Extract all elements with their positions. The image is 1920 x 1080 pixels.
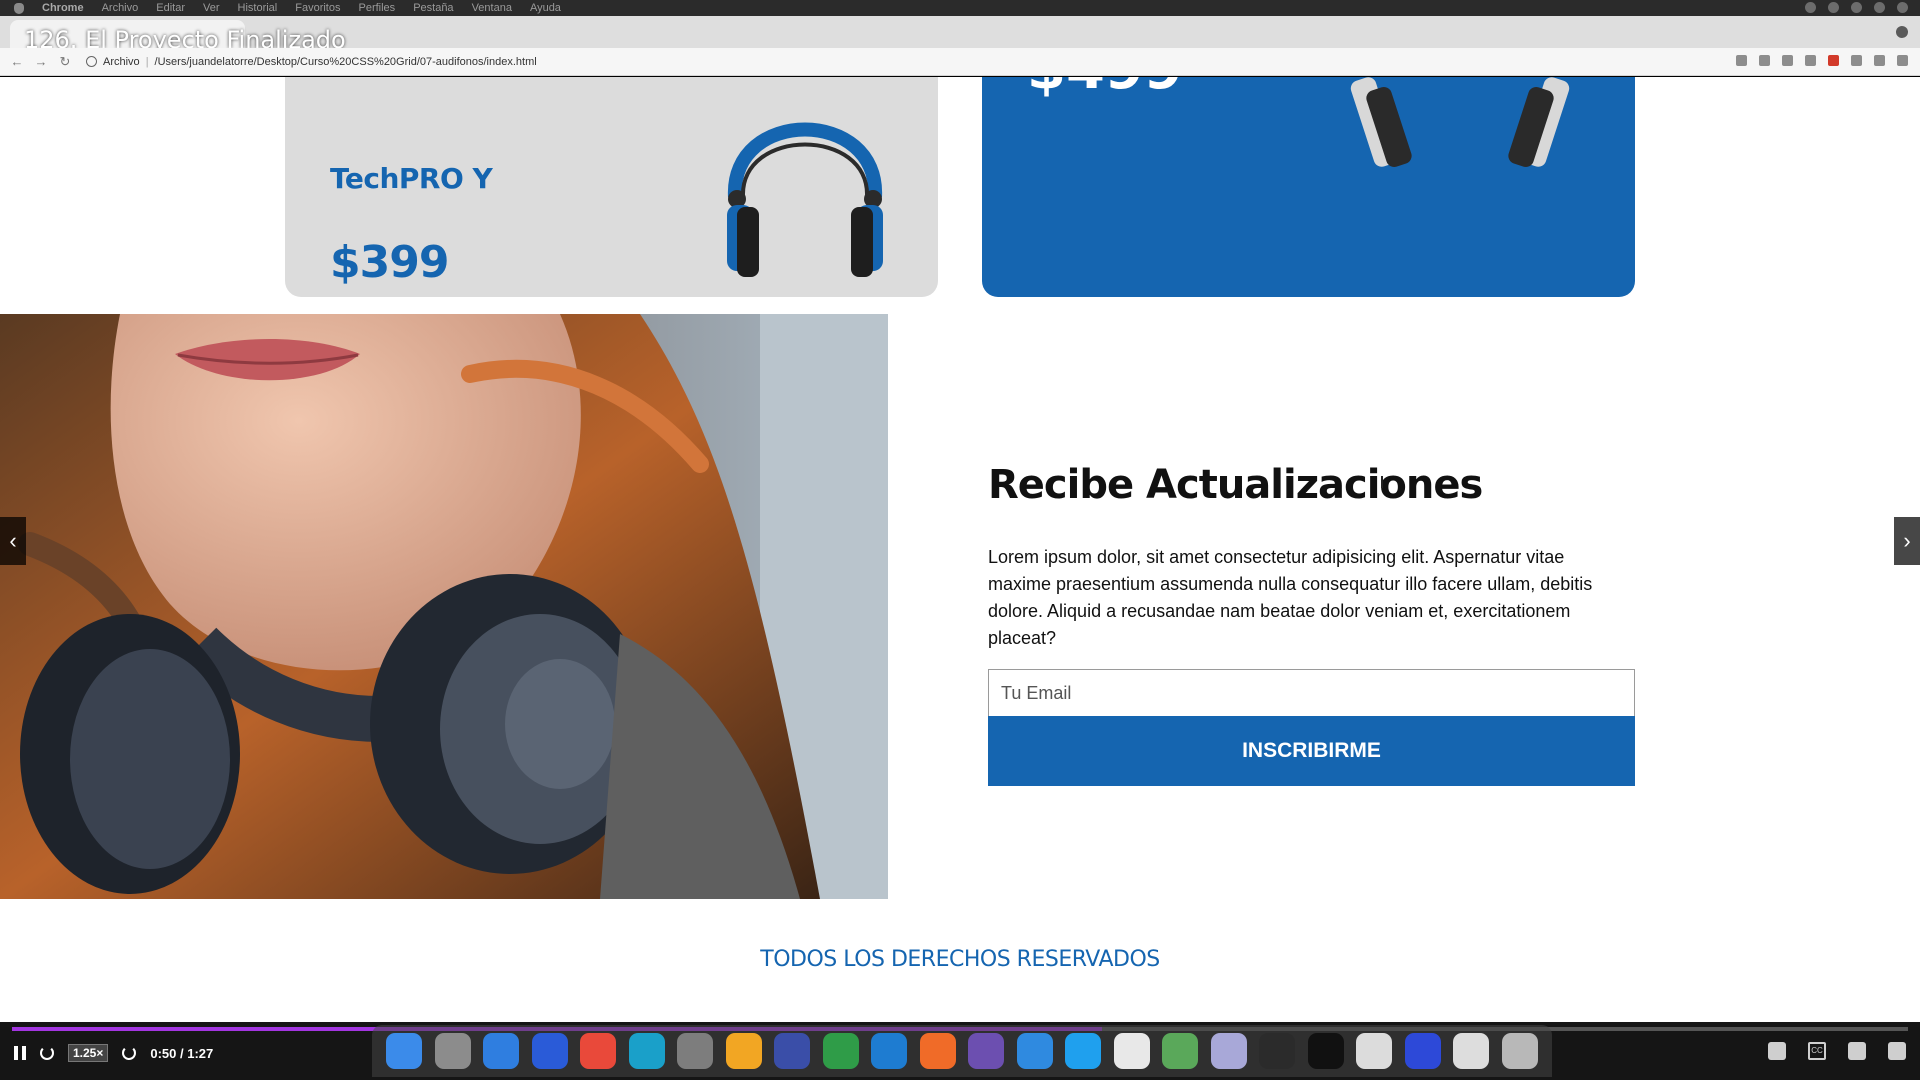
- player-controls: 1.25× 0:50 / 1:27: [14, 1044, 213, 1062]
- next-chevron-icon[interactable]: ›: [1894, 517, 1920, 565]
- menu-item-favoritos[interactable]: Favoritos: [295, 2, 340, 14]
- headphones-image: [1350, 77, 1570, 167]
- pause-icon[interactable]: [14, 1046, 26, 1060]
- video-time: 0:50 / 1:27: [150, 1045, 214, 1061]
- xcode-icon[interactable]: [1016, 1033, 1053, 1069]
- product-name: TechPRO Y: [330, 162, 493, 195]
- previous-chevron-icon[interactable]: ‹: [0, 517, 26, 565]
- subscribe-button[interactable]: INSCRIBIRME: [988, 716, 1635, 786]
- menu-item-ayuda[interactable]: Ayuda: [530, 2, 561, 14]
- forward-icon[interactable]: →: [34, 54, 48, 69]
- files-icon[interactable]: [1453, 1033, 1490, 1069]
- captions-icon[interactable]: CC: [1808, 1042, 1826, 1060]
- bookmark-star-icon[interactable]: [1759, 55, 1770, 66]
- menu-item-pestana[interactable]: Pestaña: [413, 2, 453, 14]
- safari-icon[interactable]: [483, 1033, 520, 1069]
- typora-icon[interactable]: [1113, 1033, 1150, 1069]
- info-icon[interactable]: [86, 56, 97, 67]
- photo-illustration: [0, 314, 888, 899]
- product-price: $499: [1027, 77, 1183, 102]
- player-right-controls: CC: [1768, 1042, 1906, 1060]
- status-icon[interactable]: [1828, 2, 1839, 13]
- system-preferences-icon[interactable]: [677, 1033, 714, 1069]
- menu-item-perfiles[interactable]: Perfiles: [359, 2, 396, 14]
- menu-item-ventana[interactable]: Ventana: [472, 2, 512, 14]
- menu-item-archivo[interactable]: Archivo: [102, 2, 139, 14]
- terminal-icon[interactable]: [1307, 1033, 1344, 1069]
- firefox-icon[interactable]: [531, 1033, 568, 1069]
- playback-speed[interactable]: 1.25×: [68, 1044, 109, 1062]
- puzzle-icon[interactable]: [1851, 55, 1862, 66]
- toolbar-icons: [1736, 55, 1908, 66]
- profile-icon[interactable]: [1874, 55, 1885, 66]
- status-icons: [1805, 2, 1908, 13]
- chrome-icon[interactable]: [580, 1033, 617, 1069]
- control-center-icon[interactable]: [1897, 2, 1908, 13]
- close-icon[interactable]: [1896, 26, 1908, 38]
- zoom-icon[interactable]: [1736, 55, 1747, 66]
- volume-icon[interactable]: [1768, 1042, 1786, 1060]
- menu-app-name[interactable]: Chrome: [42, 2, 84, 14]
- text-editor-icon[interactable]: [1356, 1033, 1393, 1069]
- edge-icon[interactable]: [628, 1033, 665, 1069]
- headphones-image: [727, 122, 883, 277]
- mongodb-icon[interactable]: [822, 1033, 859, 1069]
- reload-icon[interactable]: ↻: [58, 54, 72, 69]
- address-bar[interactable]: Archivo | /Users/juandelatorre/Desktop/C…: [86, 56, 537, 68]
- trash-icon[interactable]: [1501, 1033, 1538, 1069]
- menu-icon[interactable]: [1897, 55, 1908, 66]
- photo-app-icon[interactable]: [1210, 1033, 1247, 1069]
- obs-icon[interactable]: [1259, 1033, 1296, 1069]
- pen-tool-icon[interactable]: [774, 1033, 811, 1069]
- apple-icon[interactable]: [14, 2, 24, 14]
- macos-menu-bar: Chrome Archivo Editar Ver Historial Favo…: [0, 0, 1920, 16]
- app-store-icon[interactable]: [1065, 1033, 1102, 1069]
- extension-icon[interactable]: [1782, 55, 1793, 66]
- search-icon[interactable]: [1874, 2, 1885, 13]
- vscode-icon[interactable]: [871, 1033, 908, 1069]
- wifi-icon[interactable]: [1851, 2, 1862, 13]
- subscribe-title: Recibe Actualizaciones: [988, 462, 1483, 508]
- rewind-icon[interactable]: [40, 1046, 54, 1060]
- launchpad-icon[interactable]: [434, 1033, 471, 1069]
- address-scheme-label: Archivo: [103, 55, 140, 68]
- sketch-icon[interactable]: [725, 1033, 762, 1069]
- subscribe-description: Lorem ipsum dolor, sit amet consectetur …: [988, 547, 1593, 648]
- status-icon[interactable]: [1805, 2, 1816, 13]
- footer-copyright: TODOS LOS DERECHOS RESERVADOS: [760, 947, 1160, 972]
- menu-item-editar[interactable]: Editar: [156, 2, 185, 14]
- forward-skip-icon[interactable]: [122, 1046, 137, 1060]
- text-cursor: [1381, 476, 1389, 488]
- video-player-bar: 1.25× 0:50 / 1:27 CC: [0, 1022, 1920, 1080]
- address-url[interactable]: /Users/juandelatorre/Desktop/Curso%20CSS…: [155, 56, 537, 68]
- finder-icon[interactable]: [386, 1033, 423, 1069]
- address-separator: |: [145, 55, 149, 68]
- audacity-icon[interactable]: [1404, 1033, 1441, 1069]
- extension-icon[interactable]: [1828, 55, 1839, 66]
- settings-gear-icon[interactable]: [1848, 1042, 1866, 1060]
- email-field[interactable]: [988, 669, 1635, 717]
- android-studio-icon[interactable]: [1162, 1033, 1199, 1069]
- menu-item-historial[interactable]: Historial: [238, 2, 278, 14]
- postman-icon[interactable]: [919, 1033, 956, 1069]
- product-price: $399: [330, 237, 449, 288]
- macos-dock: [372, 1025, 1552, 1077]
- screen: Chrome Archivo Editar Ver Historial Favo…: [0, 0, 1920, 1080]
- github-icon[interactable]: [968, 1033, 1005, 1069]
- product-card[interactable]: $499: [982, 77, 1635, 297]
- fullscreen-exit-icon[interactable]: [1888, 1042, 1906, 1060]
- product-card[interactable]: TechPRO Y $399: [285, 77, 938, 297]
- menu-item-ver[interactable]: Ver: [203, 2, 220, 14]
- extension-icon[interactable]: [1805, 55, 1816, 66]
- woman-headphones-photo: [0, 314, 888, 899]
- web-page: TechPRO Y $399 $499: [0, 77, 1920, 1022]
- browser-toolbar: ← → ↻ Archivo | /Users/juandelatorre/Des…: [0, 48, 1920, 76]
- back-icon[interactable]: ←: [10, 54, 24, 69]
